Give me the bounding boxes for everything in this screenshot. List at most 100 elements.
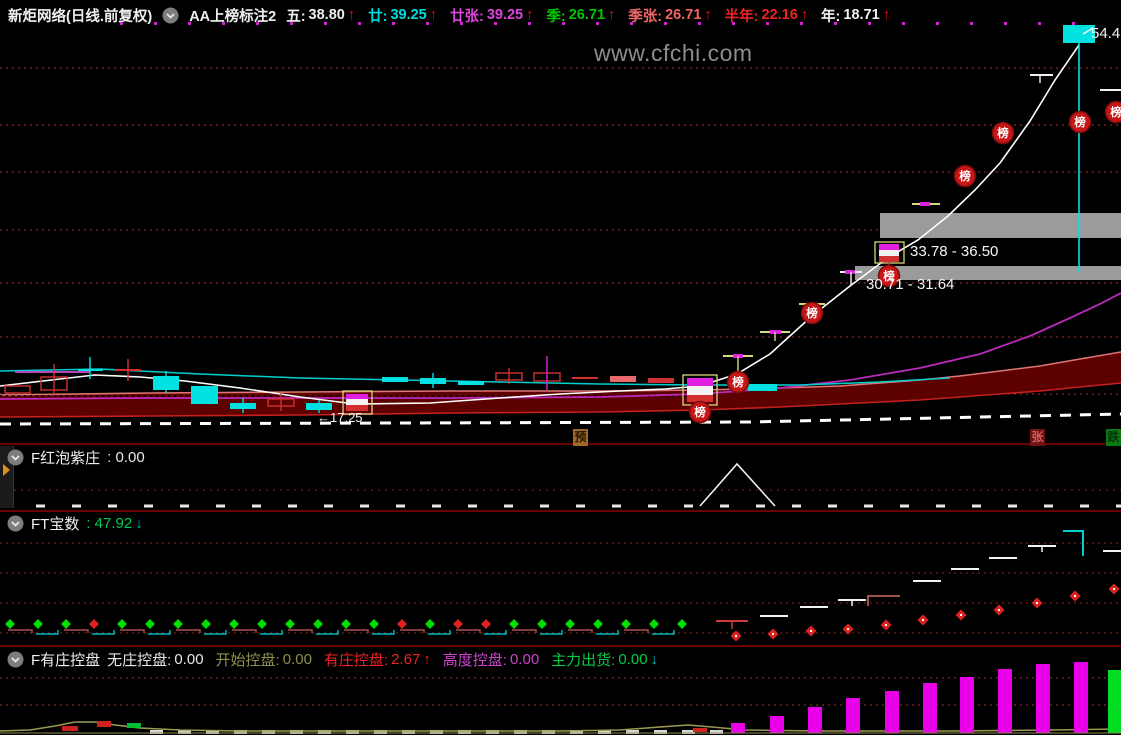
dot-center (1113, 588, 1115, 590)
quote-value: 38.80 (308, 7, 345, 23)
step-cyan (484, 630, 507, 635)
candle (4, 385, 31, 394)
quote-item: 年: 18.71 ↑ (821, 5, 890, 26)
step-cyan (92, 630, 115, 635)
control-bar (923, 683, 937, 733)
step-cyan (540, 630, 563, 635)
rank-badge-text: 榜 (1073, 115, 1086, 129)
candle-seg (687, 386, 713, 395)
up-arrow: ↑ (429, 7, 437, 23)
step-cyan (260, 630, 283, 635)
rank-badge-text: 榜 (1109, 105, 1121, 119)
dot-center (1036, 602, 1038, 604)
stat-value: 0.00 (618, 651, 648, 668)
control-bar (731, 723, 745, 733)
price-label-range-low: 30.71 - 31.64 (866, 276, 955, 293)
buy-dot (61, 619, 71, 629)
buy-dot (509, 619, 519, 629)
panel-header-baoshu: FT宝数 : 47.92 ↓ (7, 513, 143, 534)
main-chart: 榜榜榜榜榜榜榜榜 (0, 22, 1121, 426)
panel-name[interactable]: F红泡紫庄 (31, 447, 100, 468)
control-bar (885, 691, 899, 733)
rank-badge-text: 榜 (958, 169, 971, 183)
buy-dot (33, 619, 43, 629)
buy-dot (285, 619, 295, 629)
sell-dot (89, 619, 99, 629)
indicator-name[interactable]: AA上榜标注2 (189, 5, 276, 26)
rank-badge-text: 榜 (805, 306, 818, 320)
stat-label: 高度控盘: (442, 652, 507, 669)
buy-dot (145, 619, 155, 629)
panel-baoshu (0, 530, 1121, 642)
panel-name[interactable]: FT宝数 (31, 513, 79, 534)
small-bar (97, 721, 111, 727)
dot-center (960, 614, 962, 616)
up-arrow: ↑ (608, 7, 616, 23)
panel-stats: 无庄控盘: 0.00 开始控盘: 0.00 有庄控盘: 2.67 ↑ 高度控盘: 0.00 主力出… (107, 649, 658, 670)
candle-seg (346, 394, 368, 399)
stat-value: 0.00 (509, 651, 540, 668)
sell-dot (481, 619, 491, 629)
stat-label: 无庄控盘: (107, 652, 172, 669)
chevron-down-icon[interactable] (7, 449, 24, 466)
small-bar (62, 726, 78, 731)
step-cyan (316, 630, 339, 635)
quote-value: 39.25 (486, 7, 524, 23)
rank-badge: 榜 (953, 164, 977, 188)
rank-badge: 榜 (688, 400, 712, 424)
kongpan-stat: 有庄控盘: 2.67 ↑ (324, 649, 431, 670)
chevron-down-icon[interactable] (7, 651, 24, 668)
buy-dot (565, 619, 575, 629)
spike-line (699, 462, 776, 507)
quote-label: 季张: (628, 8, 663, 25)
panel-hongpao (0, 462, 1121, 508)
quote-label: 季: (546, 8, 566, 25)
rank-badge-text: 榜 (693, 405, 706, 419)
chevron-down-icon[interactable] (7, 515, 24, 532)
buy-dot (257, 619, 267, 629)
stat-label: 开始控盘: (215, 652, 280, 669)
buy-dot (5, 619, 15, 629)
dot-center (847, 628, 849, 630)
step-cyan (652, 630, 675, 635)
quote-item: 季张: 26.71 ↑ (628, 5, 711, 26)
buy-dot (229, 619, 239, 629)
price-label-low: ←17.25 (317, 410, 363, 425)
quote-label: 五: (286, 8, 306, 25)
rank-badge: 榜 (726, 370, 750, 394)
up-arrow: ↑ (882, 7, 890, 23)
small-bar (127, 723, 141, 728)
quote-value: 26.71 (665, 7, 702, 23)
kongpan-stat: 高度控盘: 0.00 (443, 649, 539, 670)
up-arrow: ↑ (704, 7, 712, 23)
kongpan-stat: 主力出货: 0.00 ↓ (551, 649, 658, 670)
sell-dot (397, 619, 407, 629)
control-bar (846, 698, 860, 733)
stat-value: 0.00 (174, 651, 204, 668)
buy-dot (677, 619, 687, 629)
dot-center (922, 619, 924, 621)
panel-name[interactable]: F有庄控盘 (31, 649, 100, 670)
dot-center (885, 624, 887, 626)
quote-item: 半年: 22.16 ↑ (725, 5, 808, 26)
candle (191, 386, 218, 404)
axis-badge: 预 (573, 429, 588, 446)
buy-dot (313, 619, 323, 629)
resistance-band (880, 213, 1121, 238)
price-label-range-high: 33.78 - 36.50 (910, 243, 999, 260)
step-cyan (428, 630, 451, 635)
candle-seg (687, 378, 713, 386)
dot-center (998, 609, 1000, 611)
control-bar (1074, 662, 1088, 733)
watermark: www.cfchi.com (594, 40, 753, 66)
rank-badge: 榜 (800, 301, 824, 325)
step-cyan (372, 630, 395, 635)
control-curve (0, 721, 1121, 732)
buy-dot (201, 619, 211, 629)
chevron-down-icon[interactable] (162, 7, 179, 24)
candle-seg (879, 250, 899, 256)
quote-item: 廿: 39.25 ↑ (368, 5, 437, 26)
candle-seg (346, 399, 368, 405)
kongpan-stat: 无庄控盘: 0.00 (107, 649, 203, 670)
quote-values: 五: 38.80 ↑ 廿: 39.25 ↑ 廿张: 39.25 ↑ 季: 26.71 ↑ 季张: 26.7… (286, 5, 890, 26)
